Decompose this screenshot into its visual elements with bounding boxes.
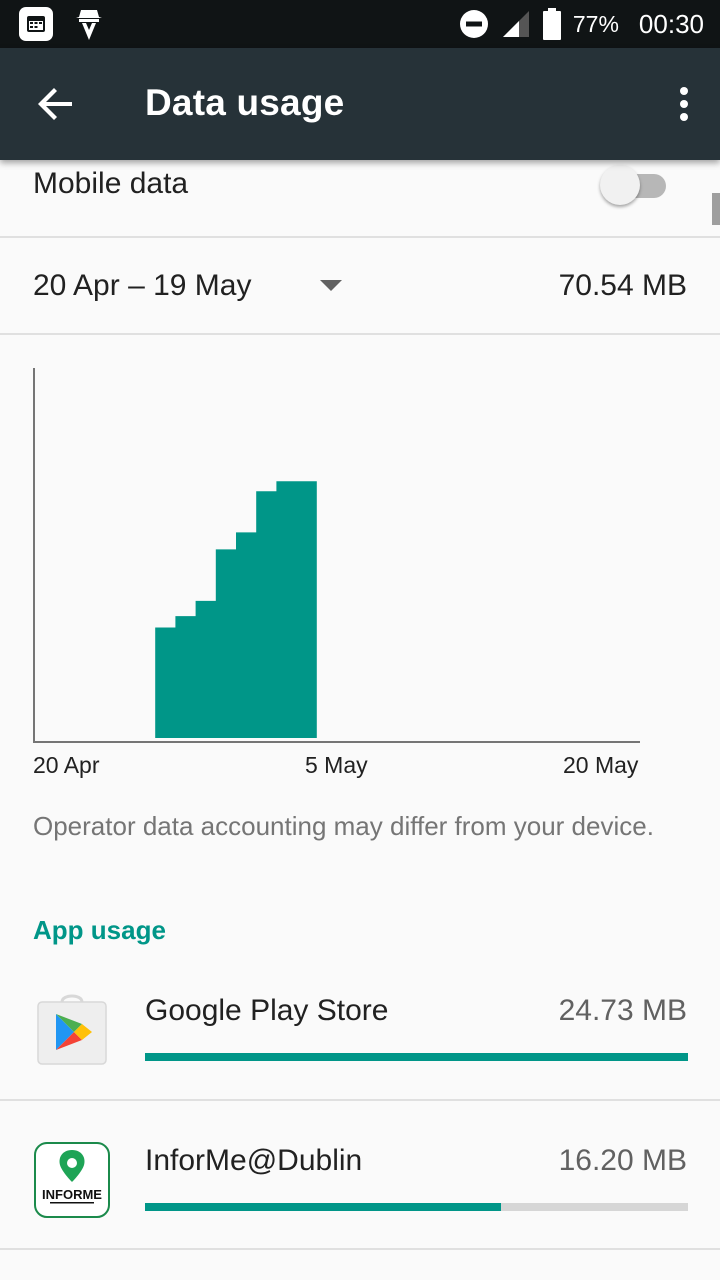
- mobile-data-label: Mobile data: [33, 167, 189, 200]
- signal-icon: [502, 11, 529, 37]
- app-usage-header: App usage: [33, 915, 166, 945]
- app-name: InforMe@Dublin: [145, 1144, 363, 1177]
- x-tick-label: 20 May: [563, 752, 639, 778]
- usage-area: [135, 430, 317, 738]
- app-usage-value: 24.73 MB: [558, 994, 687, 1027]
- app-usage-item[interactable]: Google Play Store 24.73 MB: [0, 960, 720, 1108]
- mobile-data-row[interactable]: Mobile data: [0, 160, 720, 238]
- clock: 00:30: [638, 8, 704, 39]
- cycle-range[interactable]: 20 Apr – 19 May: [33, 269, 251, 303]
- incognito-icon: [76, 10, 102, 40]
- app-usage-bar: [145, 1203, 688, 1211]
- usage-chart: 20 Apr 5 May 20 May: [0, 340, 720, 790]
- app-bar: Data usage: [0, 48, 720, 160]
- app-usage-item[interactable]: INFORME InforMe@Dublin 16.20 MB: [0, 1110, 720, 1258]
- divider: [0, 1248, 720, 1250]
- operator-note: Operator data accounting may differ from…: [33, 811, 654, 841]
- app-usage-value: 16.20 MB: [558, 1144, 687, 1177]
- app-usage-bar-fill: [145, 1053, 688, 1061]
- app-name: Google Play Store: [145, 994, 389, 1027]
- more-vert-icon[interactable]: [676, 86, 692, 122]
- status-bar: 77% 00:30: [0, 0, 720, 48]
- status-bar-notifications: [18, 6, 102, 42]
- divider: [0, 1099, 720, 1101]
- scrollbar[interactable]: [712, 193, 720, 225]
- battery-icon: [542, 8, 561, 40]
- status-bar-system: 77% 00:30: [459, 0, 704, 48]
- billing-cycle-row[interactable]: 20 Apr – 19 May 70.54 MB: [0, 238, 720, 335]
- usage-chart-svg: [33, 368, 640, 743]
- calendar-icon: [19, 7, 53, 41]
- informe-logo-text: INFORME: [42, 1187, 102, 1202]
- chevron-down-icon[interactable]: [320, 280, 342, 291]
- do-not-disturb-icon: [459, 10, 488, 38]
- cycle-total: 70.54 MB: [558, 269, 687, 302]
- google-play-store-icon: [37, 994, 107, 1065]
- page-title: Data usage: [145, 82, 345, 123]
- x-tick-label: 20 Apr: [33, 752, 100, 778]
- app-usage-bar: [145, 1053, 688, 1061]
- x-tick-label: 5 May: [305, 752, 368, 778]
- app-usage-bar-fill: [145, 1203, 501, 1211]
- arrow-back-icon[interactable]: [36, 84, 76, 124]
- battery-percent: 77%: [572, 10, 619, 37]
- informe-dublin-icon: INFORME: [34, 1142, 110, 1218]
- mobile-data-toggle[interactable]: [600, 165, 640, 205]
